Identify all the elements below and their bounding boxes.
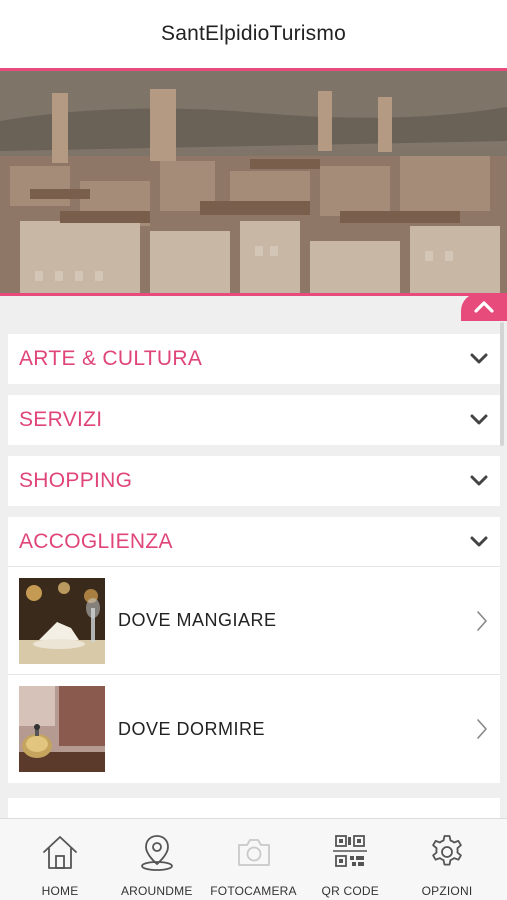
tab-label: HOME [41,884,79,898]
app-title: SantElpidioTurismo [161,22,346,45]
tab-label: OPZIONI [421,884,473,898]
scrollbar[interactable] [500,322,504,446]
gear-icon [432,835,462,866]
category-arte-cultura[interactable]: ARTE & CULTURA [8,334,500,384]
tab-home[interactable]: HOME [12,819,108,900]
chevron-right-icon [477,610,487,631]
list-item-label: DOVE DORMIRE [118,718,266,739]
category-group-accoglienza: ACCOGLIENZA DOVE MANGIARE DOVE DORMIRE [8,517,500,783]
category-label: ARTE & CULTURA [19,347,203,370]
category-shopping[interactable]: SHOPPING [8,456,500,506]
tab-label: FOTOCAMERA [210,884,297,898]
category-list: ARTE & CULTURA SERVIZI SHOPPING ACCOGLIE… [8,334,500,783]
hotel-thumbnail [19,686,105,772]
home-icon [43,836,77,869]
tab-fotocamera[interactable]: FOTOCAMERA [206,819,302,900]
app-header: SantElpidioTurismo [0,0,507,71]
collapse-hero-button[interactable] [461,293,507,321]
chevron-up-icon [474,301,494,313]
tab-aroundme[interactable]: AROUNDME [109,819,205,900]
list-item-dove-mangiare[interactable]: DOVE MANGIARE [8,567,500,675]
tab-label: QR CODE [321,884,379,898]
tab-opzioni[interactable]: OPZIONI [399,819,495,900]
list-item-dove-dormire[interactable]: DOVE DORMIRE [8,675,500,783]
hero-image [0,71,507,296]
camera-icon [237,839,270,866]
tab-qr-code[interactable]: QR CODE [302,819,398,900]
category-label: SHOPPING [19,469,133,492]
category-label: ACCOGLIENZA [19,529,173,553]
tab-label: AROUNDME [120,884,193,898]
category-accoglienza[interactable]: ACCOGLIENZA [8,517,500,567]
list-item-label: DOVE MANGIARE [118,610,277,630]
chevron-down-icon [470,475,488,486]
bottom-tab-bar: HOME AROUNDME FOTOCAMERA QR CODE OPZIONI [0,818,507,900]
chevron-down-icon [470,353,488,364]
restaurant-thumbnail [19,577,105,664]
qr-code-icon [333,835,368,867]
category-servizi[interactable]: SERVIZI [8,395,500,445]
chevron-down-icon [470,536,488,546]
location-pin-icon [140,835,173,871]
chevron-down-icon [470,414,488,425]
chevron-right-icon [477,719,487,739]
category-label: SERVIZI [19,408,103,431]
